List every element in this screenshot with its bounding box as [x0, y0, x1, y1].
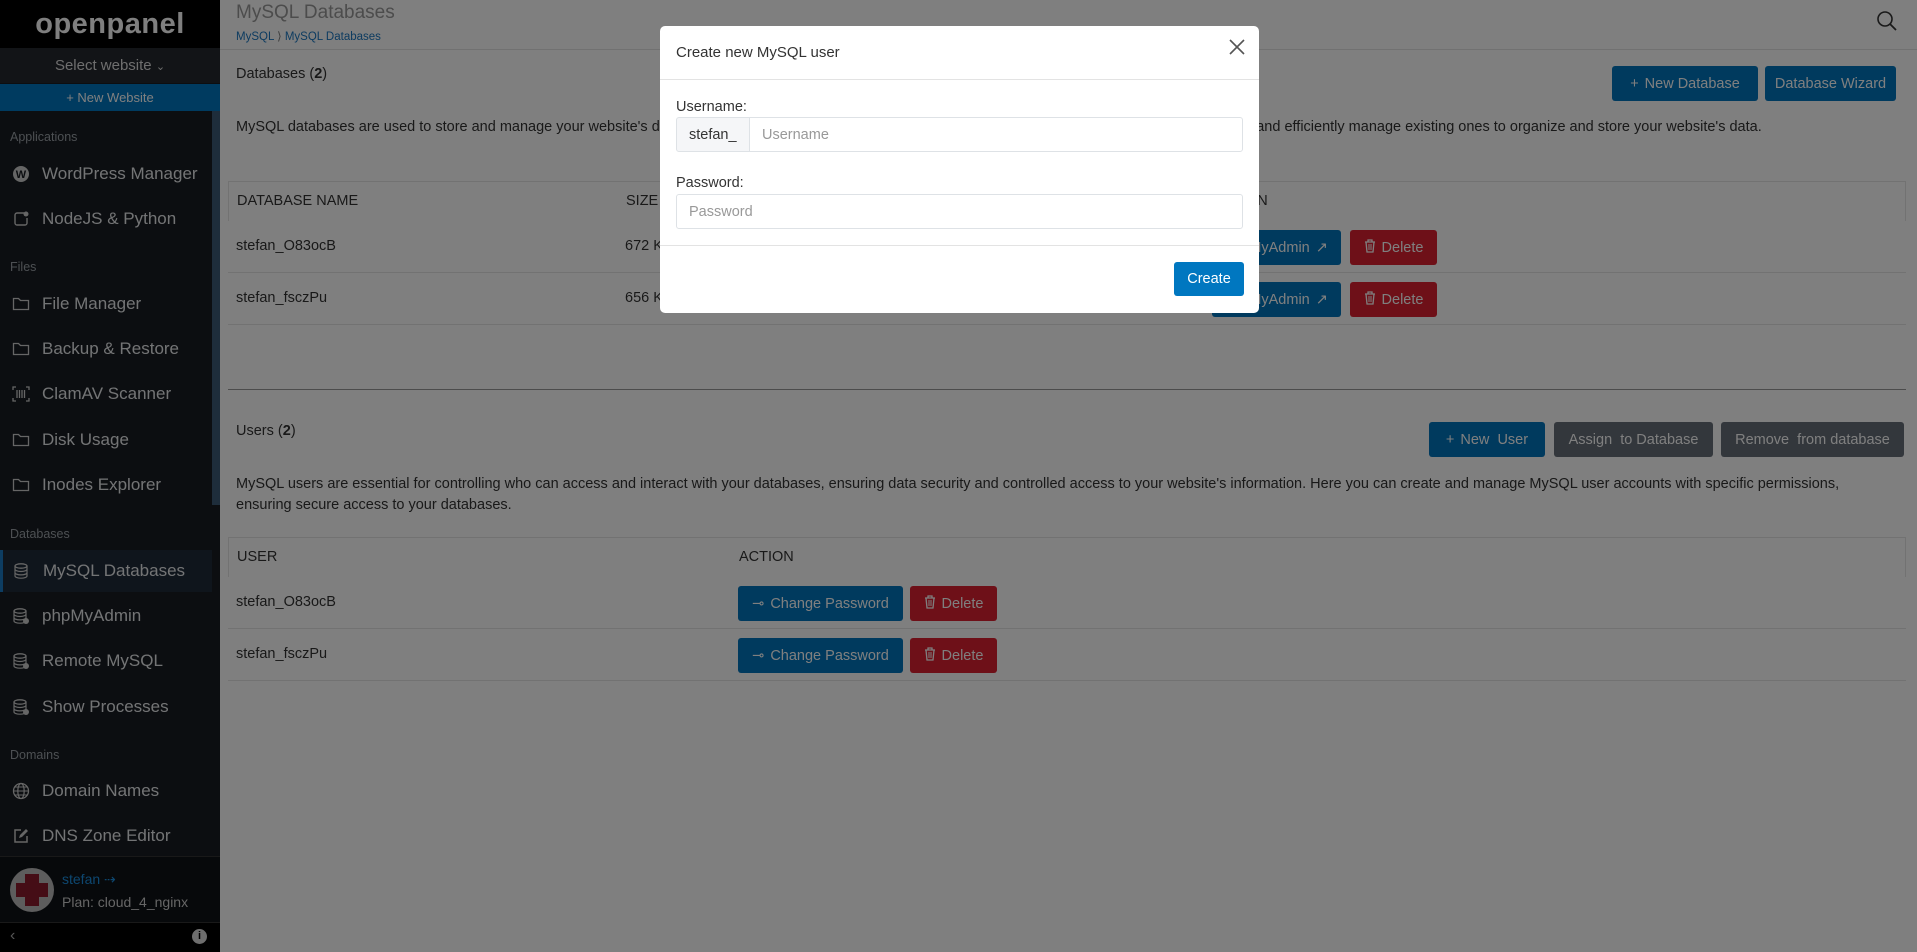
- modal-footer-divider: [660, 245, 1259, 246]
- close-icon[interactable]: [1228, 38, 1246, 61]
- username-input[interactable]: Username: [749, 117, 1243, 152]
- password-input[interactable]: Password: [676, 194, 1243, 229]
- password-label: Password:: [676, 175, 744, 191]
- modal-title: Create new MySQL user: [676, 44, 840, 61]
- create-button[interactable]: Create: [1174, 262, 1244, 296]
- modal-header-divider: [660, 79, 1259, 80]
- create-user-modal: Create new MySQL user Username: stefan_ …: [660, 26, 1259, 313]
- username-prefix: stefan_: [676, 117, 750, 152]
- username-label: Username:: [676, 99, 747, 115]
